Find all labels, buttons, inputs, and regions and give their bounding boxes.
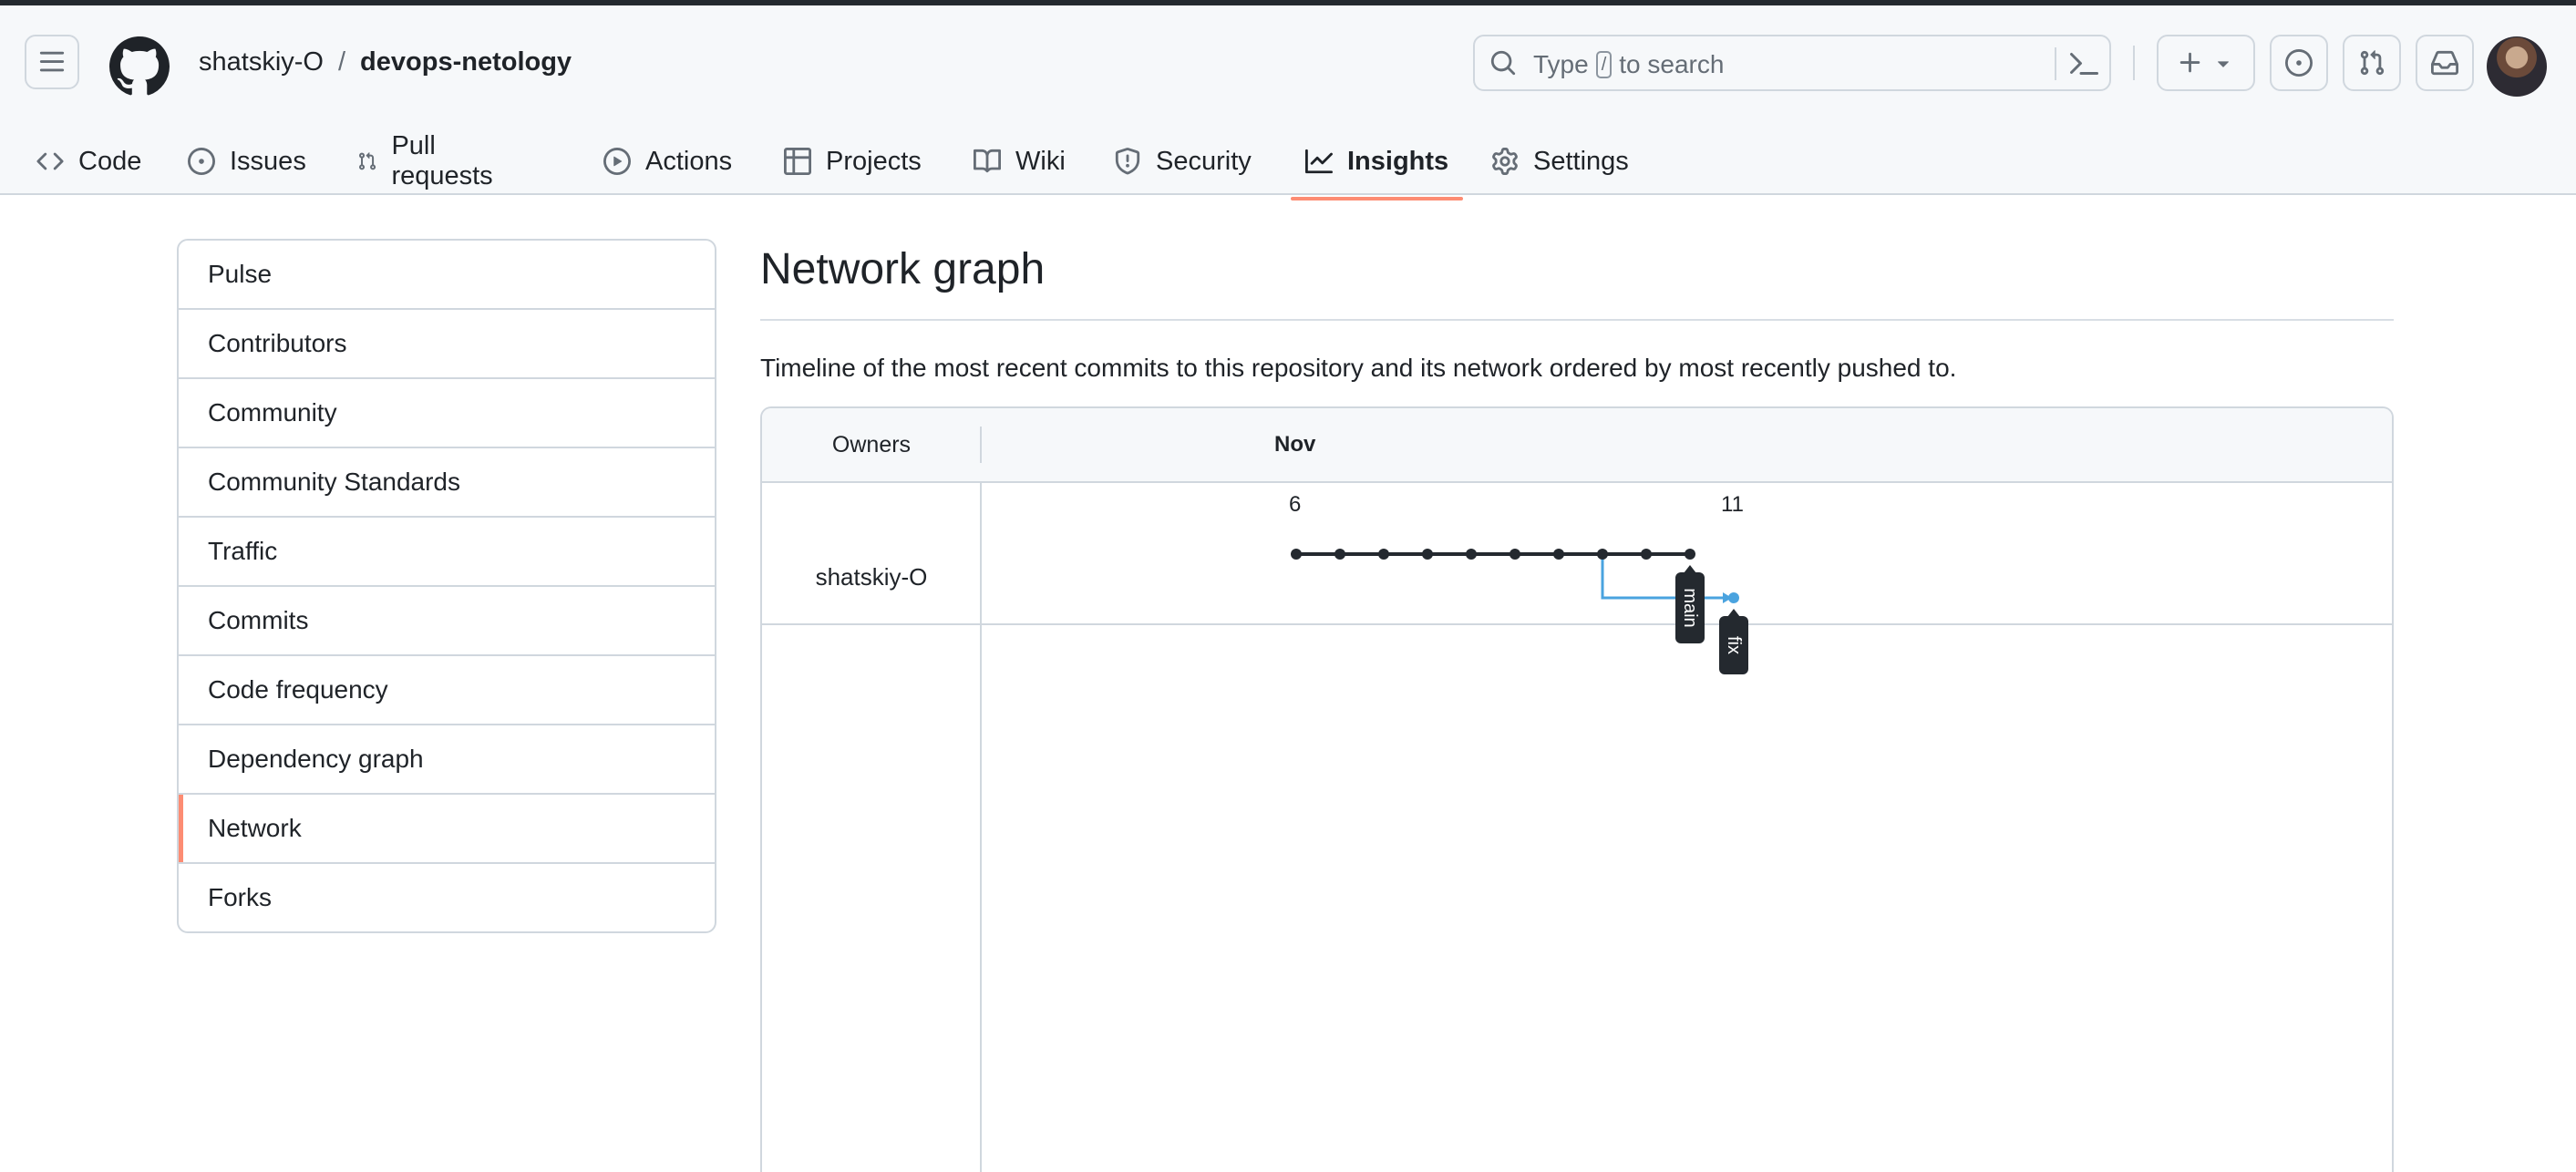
graph-icon <box>1305 149 1333 174</box>
table-icon <box>784 148 811 175</box>
tab-settings[interactable]: Settings <box>1491 124 1629 199</box>
sidebar-item-contributors[interactable]: Contributors <box>179 310 715 379</box>
issue-opened-icon <box>188 148 215 175</box>
tab-label: Pull requests <box>391 131 493 190</box>
header-separator <box>980 427 982 463</box>
command-palette-icon[interactable] <box>2069 49 2098 78</box>
fix-branch-label-pointer <box>1727 609 1740 617</box>
repo-owner-link[interactable]: shatskiy-O <box>199 47 324 77</box>
tab-actions[interactable]: Actions <box>603 124 732 199</box>
main-commit-dot <box>1378 549 1389 560</box>
sidebar-item-forks[interactable]: Forks <box>179 864 715 931</box>
tab-projects[interactable]: Projects <box>784 124 922 199</box>
tab-insights[interactable]: Insights <box>1291 124 1464 200</box>
sidebar-item-pulse[interactable]: Pulse <box>179 241 715 310</box>
main-commit-dot <box>1553 549 1564 560</box>
sidebar-item-network[interactable]: Network <box>179 795 715 864</box>
breadcrumb: shatskiy-O / devops-netology <box>199 47 572 77</box>
active-tab-underline <box>1291 197 1464 200</box>
plus-icon <box>2179 52 2200 73</box>
search-placeholder: Type / to search <box>1533 50 1724 79</box>
main-branch-label[interactable]: main <box>1675 565 1705 643</box>
main-branch-label-pointer <box>1684 565 1696 573</box>
main-commit-dot <box>1334 549 1345 560</box>
main-commit-dot <box>1685 549 1695 560</box>
git-pull-request-icon <box>2360 50 2385 76</box>
breadcrumb-separator: / <box>337 47 346 77</box>
tab-label: Wiki <box>1015 146 1066 176</box>
page-title: Network graph <box>760 245 1046 293</box>
network-graph[interactable]: Owners Nov shatskiy-O 6 11 main fix <box>760 406 2394 1172</box>
git-pull-request-icon <box>359 152 376 170</box>
graph-header: Owners Nov <box>762 408 2392 483</box>
issues-button[interactable] <box>2270 35 2328 91</box>
main-commit-dot <box>1597 549 1608 560</box>
github-logo-icon[interactable] <box>108 36 170 97</box>
sidebar-item-commits[interactable]: Commits <box>179 587 715 656</box>
tab-label: Actions <box>645 146 733 176</box>
insights-sidebar: Pulse Contributors Community Community S… <box>177 239 716 933</box>
repo-name-link[interactable]: devops-netology <box>360 47 572 77</box>
tab-label: Code <box>78 146 142 176</box>
sidebar-item-community-standards[interactable]: Community Standards <box>179 448 715 518</box>
main-commit-dot <box>1641 549 1652 560</box>
tab-issues[interactable]: Issues <box>188 124 306 199</box>
pull-requests-button[interactable] <box>2343 35 2401 91</box>
fix-branch-line <box>1601 554 1723 600</box>
commit-graph: main fix <box>1291 549 1748 674</box>
header-divider <box>2133 46 2135 80</box>
menu-button[interactable] <box>25 35 79 89</box>
search-prefix: Type <box>1533 50 1589 78</box>
hamburger-icon <box>39 51 65 72</box>
play-icon <box>603 148 631 175</box>
tab-wiki[interactable]: Wiki <box>974 124 1066 199</box>
month-label: Nov <box>1274 432 1316 457</box>
tab-code[interactable]: Code <box>36 124 141 199</box>
tab-security[interactable]: Security <box>1114 124 1252 199</box>
main-commit-dot <box>1422 549 1433 560</box>
search-input[interactable]: Type / to search <box>1473 35 2111 91</box>
fix-branch-label[interactable]: fix <box>1719 609 1748 674</box>
shield-icon <box>1115 148 1140 175</box>
main-commit-dot <box>1291 549 1302 560</box>
inbox-icon <box>2431 50 2458 76</box>
tab-label: Issues <box>230 146 306 176</box>
sidebar-item-dependency-graph[interactable]: Dependency graph <box>179 725 715 795</box>
main-commit-dot <box>1466 549 1477 560</box>
fix-commit-dot <box>1728 592 1739 603</box>
sidebar-item-code-frequency[interactable]: Code frequency <box>179 656 715 725</box>
main-commit-dot <box>1510 549 1520 560</box>
create-new-button[interactable] <box>2157 35 2255 91</box>
tab-label: Security <box>1156 146 1252 176</box>
tab-label: Settings <box>1533 146 1629 176</box>
title-divider <box>760 319 2394 321</box>
issue-opened-icon <box>2285 49 2313 77</box>
search-divider <box>2055 47 2056 80</box>
sidebar-item-community[interactable]: Community <box>179 379 715 448</box>
search-suffix: to search <box>1619 50 1725 78</box>
sidebar-item-traffic[interactable]: Traffic <box>179 518 715 587</box>
tab-label: Projects <box>826 146 922 176</box>
main-branch-label-text: main <box>1680 588 1700 627</box>
user-avatar[interactable] <box>2487 36 2547 97</box>
search-shortcut-key: / <box>1595 51 1613 78</box>
search-icon <box>1490 50 1516 76</box>
triangle-down-icon <box>2218 61 2229 67</box>
tab-pull-requests[interactable]: Pull requests <box>357 124 500 199</box>
page-description: Timeline of the most recent commits to t… <box>760 354 1957 382</box>
gear-icon <box>1492 148 1518 175</box>
inbox-button[interactable] <box>2416 35 2474 91</box>
code-icon <box>36 152 64 170</box>
owners-header: Owners <box>831 431 912 457</box>
tab-label: Insights <box>1347 146 1449 176</box>
book-icon <box>974 149 1001 173</box>
fix-branch-label-text: fix <box>1724 636 1744 654</box>
global-header: shatskiy-O / devops-netology Type / to s… <box>0 5 2576 200</box>
